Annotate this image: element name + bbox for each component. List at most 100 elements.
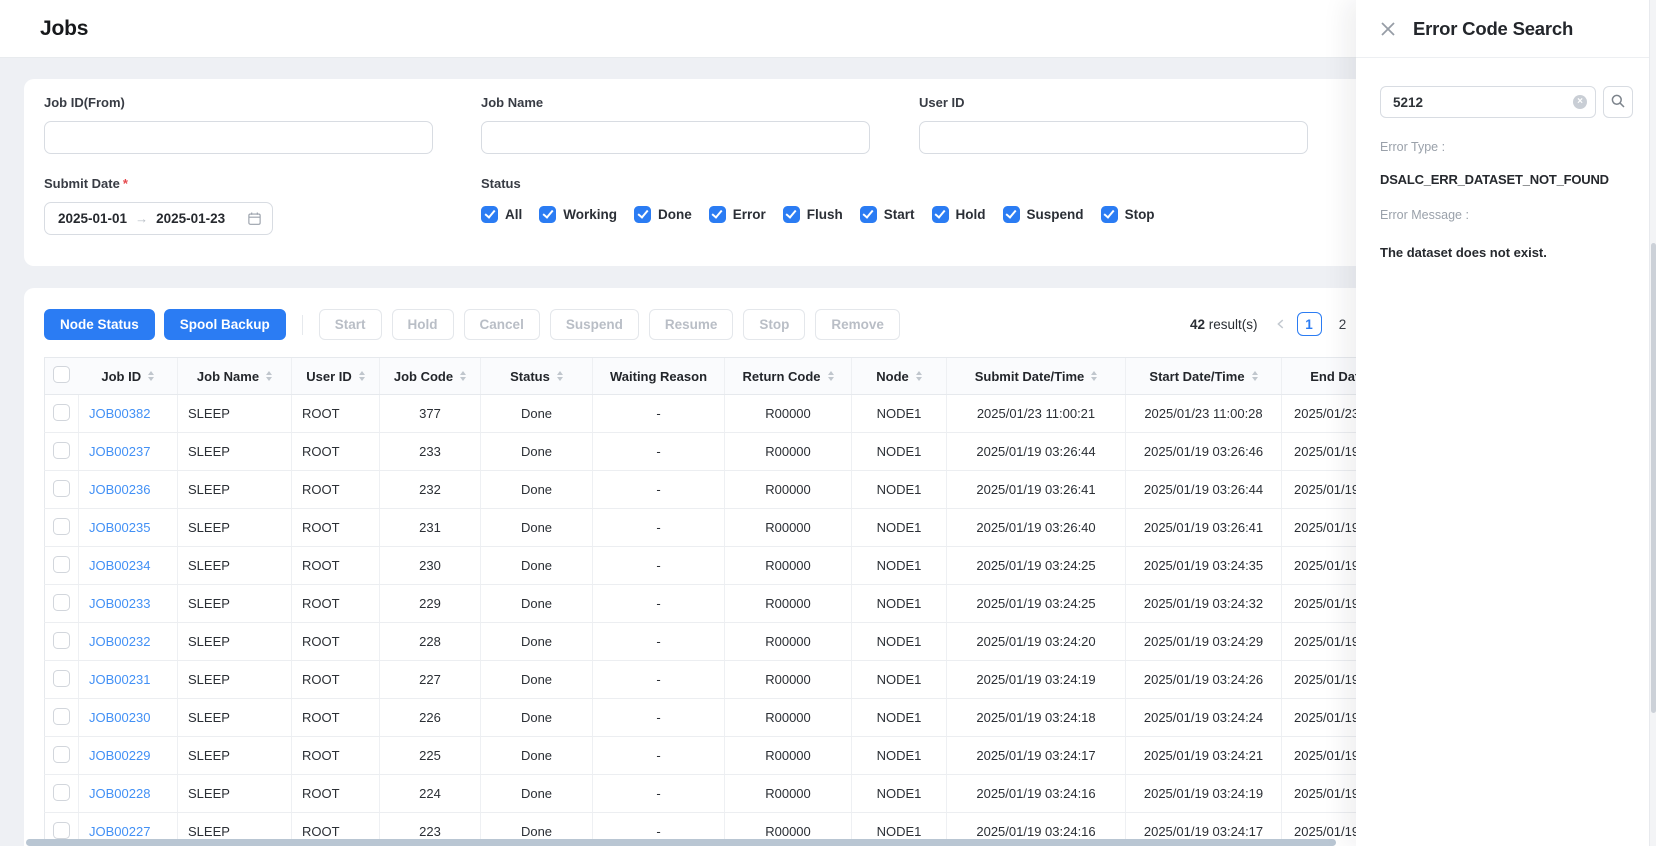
job-id-link[interactable]: JOB00234 <box>89 558 150 573</box>
job-id-link[interactable]: JOB00237 <box>89 444 150 459</box>
job-id-link[interactable]: JOB00233 <box>89 596 150 611</box>
search-icon <box>1610 93 1626 112</box>
status-checkbox[interactable] <box>783 206 800 223</box>
row-checkbox[interactable] <box>53 784 70 801</box>
submit-datetime-cell: 2025/01/19 03:24:20 <box>947 623 1126 661</box>
status-checkbox-item[interactable]: Working <box>539 206 617 223</box>
page-button[interactable]: 2 <box>1331 312 1355 336</box>
job-id-link[interactable]: JOB00229 <box>89 748 150 763</box>
status-cell: Done <box>481 395 593 433</box>
column-header[interactable]: Waiting Reason <box>593 358 725 395</box>
node-cell: NODE1 <box>852 509 947 547</box>
row-checkbox[interactable] <box>53 822 70 839</box>
job-id-link[interactable]: JOB00236 <box>89 482 150 497</box>
return-code-cell: R00000 <box>725 433 852 471</box>
job-id-link[interactable]: JOB00232 <box>89 634 150 649</box>
column-header[interactable]: Start Date/Time <box>1126 358 1282 395</box>
page-button[interactable]: 1 <box>1297 312 1322 336</box>
waiting-reason-cell: - <box>593 509 725 547</box>
prev-page-icon[interactable] <box>1274 317 1288 331</box>
status-checkbox-item[interactable]: Error <box>709 206 766 223</box>
vertical-scrollbar[interactable] <box>1649 0 1656 846</box>
table-header-row: Job ID Job Name <box>45 358 1442 395</box>
job-name-cell: SLEEP <box>178 623 292 661</box>
column-header[interactable]: Job Code <box>380 358 481 395</box>
status-checkbox-item[interactable]: Start <box>860 206 915 223</box>
row-checkbox[interactable] <box>53 518 70 535</box>
row-checkbox[interactable] <box>53 442 70 459</box>
row-checkbox[interactable] <box>53 632 70 649</box>
column-header[interactable]: Job Name <box>178 358 292 395</box>
horizontal-scrollbar-thumb[interactable] <box>26 839 1336 846</box>
job-id-link[interactable]: JOB00228 <box>89 786 150 801</box>
select-all-checkbox[interactable] <box>53 366 70 383</box>
submit-datetime-cell: 2025/01/19 03:26:41 <box>947 471 1126 509</box>
sort-icon <box>266 371 272 381</box>
status-checkbox[interactable] <box>1003 206 1020 223</box>
close-icon[interactable] <box>1378 19 1398 39</box>
column-header[interactable]: Return Code <box>725 358 852 395</box>
field-submit-date: Submit Date* 2025-01-01 → 2025-01-23 <box>44 176 273 235</box>
status-checkbox-item[interactable]: Done <box>634 206 692 223</box>
job-action-button[interactable]: Cancel <box>464 309 540 340</box>
primary-action-button[interactable]: Spool Backup <box>164 309 286 340</box>
status-checkbox[interactable] <box>1101 206 1118 223</box>
status-checkbox-item[interactable]: Stop <box>1101 206 1155 223</box>
row-checkbox[interactable] <box>53 404 70 421</box>
table-row: JOB00228 SLEEP ROOT 224 Done - R00000 NO… <box>45 775 1442 813</box>
job-id-link[interactable]: JOB00382 <box>89 406 150 421</box>
status-checkbox[interactable] <box>539 206 556 223</box>
start-datetime-cell: 2025/01/19 03:26:46 <box>1126 433 1282 471</box>
status-checkbox-item[interactable]: Hold <box>932 206 986 223</box>
row-checkbox[interactable] <box>53 746 70 763</box>
clear-input-icon[interactable]: × <box>1573 95 1587 109</box>
column-header[interactable]: Node <box>852 358 947 395</box>
search-button[interactable] <box>1603 86 1633 118</box>
status-checkbox-item[interactable]: All <box>481 206 522 223</box>
row-checkbox[interactable] <box>53 480 70 497</box>
status-checkbox-item[interactable]: Flush <box>783 206 843 223</box>
status-checkbox[interactable] <box>709 206 726 223</box>
column-header[interactable]: Submit Date/Time <box>947 358 1126 395</box>
status-checkbox[interactable] <box>481 206 498 223</box>
status-checkbox-item[interactable]: Suspend <box>1003 206 1084 223</box>
primary-action-button[interactable]: Node Status <box>44 309 155 340</box>
job-id-input[interactable] <box>44 121 433 154</box>
table-row: JOB00229 SLEEP ROOT 225 Done - R00000 NO… <box>45 737 1442 775</box>
status-checkbox[interactable] <box>860 206 877 223</box>
return-code-cell: R00000 <box>725 699 852 737</box>
submit-datetime-cell: 2025/01/19 03:24:16 <box>947 775 1126 813</box>
status-checkbox[interactable] <box>634 206 651 223</box>
job-action-button[interactable]: Stop <box>743 309 805 340</box>
job-action-button[interactable]: Hold <box>392 309 454 340</box>
job-id-link[interactable]: JOB00235 <box>89 520 150 535</box>
status-checkbox[interactable] <box>932 206 949 223</box>
job-action-button[interactable]: Resume <box>649 309 734 340</box>
job-action-button[interactable]: Remove <box>815 309 900 340</box>
sort-icon <box>148 371 154 381</box>
job-name-input[interactable] <box>481 121 870 154</box>
start-datetime-cell: 2025/01/19 03:26:44 <box>1126 471 1282 509</box>
column-header[interactable]: Status <box>481 358 593 395</box>
row-checkbox[interactable] <box>53 594 70 611</box>
start-datetime-cell: 2025/01/19 03:24:26 <box>1126 661 1282 699</box>
column-header[interactable]: Job ID <box>79 358 178 395</box>
row-checkbox[interactable] <box>53 670 70 687</box>
status-cell: Done <box>481 699 593 737</box>
job-action-button[interactable]: Start <box>319 309 382 340</box>
row-checkbox[interactable] <box>53 556 70 573</box>
row-checkbox[interactable] <box>53 708 70 725</box>
error-code-input[interactable] <box>1380 86 1596 118</box>
job-id-link[interactable]: JOB00230 <box>89 710 150 725</box>
column-header[interactable]: User ID <box>292 358 380 395</box>
vertical-scrollbar-thumb[interactable] <box>1651 243 1656 713</box>
job-id-link[interactable]: JOB00227 <box>89 824 150 839</box>
job-action-button[interactable]: Suspend <box>550 309 639 340</box>
job-code-cell: 224 <box>380 775 481 813</box>
job-name-cell: SLEEP <box>178 699 292 737</box>
horizontal-scrollbar[interactable] <box>24 838 1354 846</box>
job-code-cell: 225 <box>380 737 481 775</box>
date-range-input[interactable]: 2025-01-01 → 2025-01-23 <box>44 202 273 235</box>
job-id-link[interactable]: JOB00231 <box>89 672 150 687</box>
user-id-input[interactable] <box>919 121 1308 154</box>
